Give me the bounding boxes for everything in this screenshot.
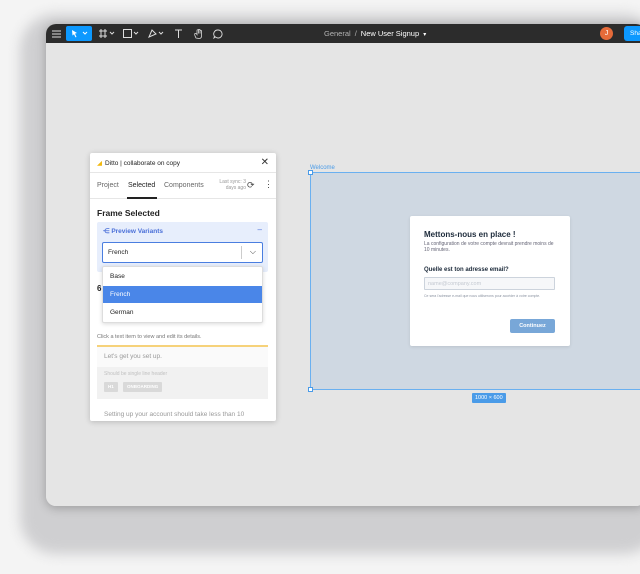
canvas[interactable]: ◢ Ditto | collaborate on copy ✕ Project S… (46, 43, 640, 506)
variant-select-value: French (108, 249, 129, 256)
hand-tool-icon[interactable] (192, 26, 204, 41)
frame-label[interactable]: Welcome (310, 165, 335, 171)
resize-handle[interactable] (308, 170, 313, 175)
tag-onboarding[interactable]: ONBOARDING (123, 382, 163, 392)
text-item-note: Should be single line header (104, 371, 168, 377)
frame-size-badge: 1000 × 600 (472, 393, 506, 403)
text-item-details: Should be single line header H1 ONBOARDI… (97, 367, 268, 399)
breadcrumb: General / New User Signup ▾ (324, 29, 426, 38)
email-label: Quelle est ton adresse email? (424, 267, 509, 273)
plugin-title-text: Ditto | collaborate on copy (105, 160, 181, 167)
main-menu-icon[interactable] (50, 26, 62, 41)
tab-selected[interactable]: Selected (128, 182, 155, 189)
select-divider (241, 246, 242, 259)
last-sync-status: Last sync: 3 days ago (219, 179, 246, 191)
plugin-header: ◢ Ditto | collaborate on copy ✕ (90, 153, 276, 173)
chevron-down-icon[interactable]: ⌵ (250, 247, 256, 257)
tab-components[interactable]: Components (164, 182, 204, 189)
tag-h1[interactable]: H1 (104, 382, 118, 392)
breadcrumb-separator: / (354, 29, 357, 38)
preview-variants-label[interactable]: ⋲ Preview Variants (103, 227, 163, 235)
variant-select[interactable]: French ⌵ (102, 242, 263, 263)
resize-handle[interactable] (308, 387, 313, 392)
frame-tool-icon[interactable] (98, 26, 116, 41)
move-tool-icon[interactable] (66, 26, 92, 41)
tab-project[interactable]: Project (97, 182, 119, 189)
email-placeholder: name@company.com (428, 281, 482, 287)
chevron-down-icon[interactable]: ▾ (423, 32, 426, 38)
section-title: Frame Selected (97, 208, 160, 218)
signup-modal: Mettons-nous en place ! La configuration… (410, 216, 570, 346)
hint-text: Click a text item to view and edit its d… (97, 334, 202, 340)
pen-tool-icon[interactable] (147, 26, 165, 41)
text-item-card[interactable]: Let's get you set up. Should be single l… (97, 347, 268, 399)
email-note: Ce sera l'adresse e-mail que nous utilis… (424, 294, 541, 298)
shape-tool-icon[interactable] (122, 26, 140, 41)
modal-subtitle: La configuration de votre compte devrait… (424, 241, 554, 253)
variant-dropdown: Base French German (102, 266, 263, 323)
plugin-title: ◢ Ditto | collaborate on copy (97, 159, 180, 167)
plugin-tabs: Project Selected Components Last sync: 3… (90, 173, 276, 199)
breadcrumb-current[interactable]: New User Signup (361, 29, 419, 38)
modal-title: Mettons-nous en place ! (424, 230, 516, 239)
refresh-icon[interactable]: ⟳ (247, 180, 255, 191)
figma-window: General / New User Signup ▾ J Sha ◢ Ditto |… (46, 24, 640, 506)
active-tab-underline (127, 197, 157, 199)
close-icon[interactable]: ✕ (261, 157, 269, 168)
text-tool-icon[interactable] (172, 26, 184, 41)
more-options-icon[interactable]: ⋮ (264, 179, 273, 190)
breadcrumb-parent[interactable]: General (324, 29, 351, 38)
ditto-plugin-panel: ◢ Ditto | collaborate on copy ✕ Project S… (90, 153, 276, 421)
variant-option-base[interactable]: Base (103, 268, 262, 285)
comment-tool-icon[interactable] (212, 26, 224, 41)
partial-count: 6 (97, 284, 102, 293)
email-field[interactable]: name@company.com (424, 277, 555, 290)
collapse-icon[interactable]: – (258, 225, 262, 234)
avatar[interactable]: J (600, 27, 613, 40)
text-item-preview[interactable]: Setting up your account should take less… (104, 411, 244, 418)
variant-option-german[interactable]: German (103, 304, 262, 321)
continue-button[interactable]: Continuez (510, 319, 555, 333)
toolbar: General / New User Signup ▾ J Sha (46, 24, 640, 43)
variant-option-french[interactable]: French (103, 286, 262, 303)
text-item-content: Let's get you set up. (104, 353, 162, 360)
share-button[interactable]: Sha (624, 26, 640, 41)
ditto-logo-icon: ◢ (97, 160, 102, 167)
